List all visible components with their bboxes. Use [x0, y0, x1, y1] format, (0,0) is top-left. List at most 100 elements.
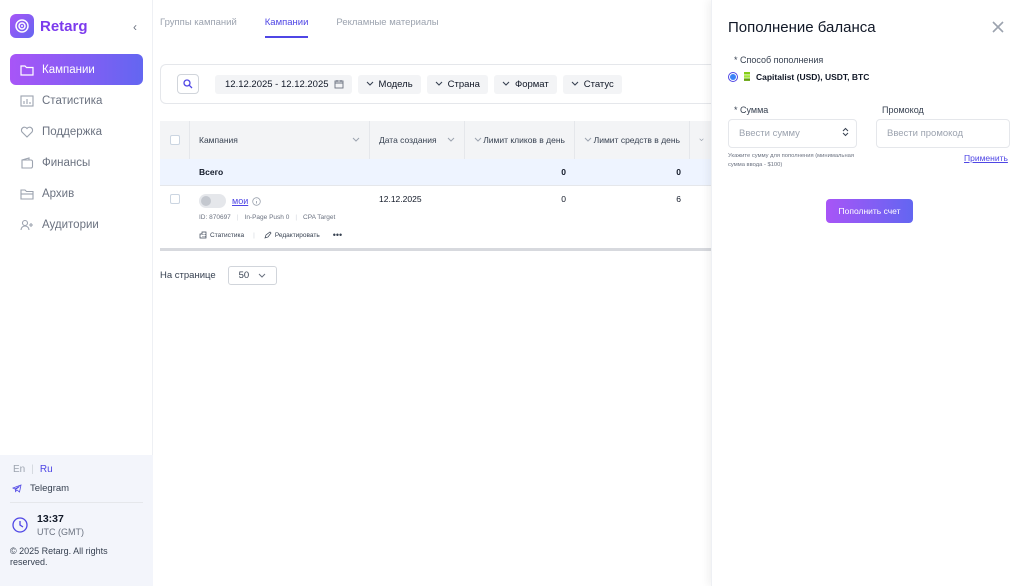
sidebar-item-statistics[interactable]: Статистика [10, 85, 143, 116]
amount-stepper[interactable] [842, 127, 849, 137]
pencil-icon [264, 231, 272, 239]
row-campaign-cell: мои ID: 870697 In-Page Push 0 CPA Target… [190, 186, 370, 248]
tab-campaigns[interactable]: Кампании [264, 17, 308, 38]
amount-input[interactable] [728, 119, 857, 148]
total-clicks: 0 [561, 167, 566, 177]
telegram-icon [12, 484, 22, 493]
header-spend-limit[interactable]: Лимит средств в день [575, 121, 690, 159]
sidebar-item-label: Статистика [42, 94, 103, 107]
info-icon[interactable] [252, 196, 261, 206]
apply-promo-link[interactable]: Применить [964, 153, 1008, 163]
row-clicks: 0 [561, 194, 566, 204]
table-total-row: Всего 0 0 [160, 159, 713, 186]
copyright: © 2025 Retarg. All rights reserved. [10, 546, 108, 567]
total-created [370, 159, 465, 185]
actions-divider: | [253, 231, 255, 239]
sidebar-item-finance[interactable]: Финансы [10, 147, 143, 178]
per-page-select[interactable]: 50 [227, 266, 278, 285]
tab-campaign-groups[interactable]: Группы кампаний [160, 17, 237, 38]
campaign-status-toggle[interactable] [199, 194, 226, 208]
footer-divider [10, 502, 143, 503]
chevron-down-icon [258, 273, 266, 278]
top-up-drawer: Пополнение баланса * Способ пополнения C… [711, 0, 1024, 586]
header-created[interactable]: Дата создания [370, 121, 465, 159]
header-more[interactable] [690, 121, 713, 159]
telegram-link[interactable]: Telegram [12, 483, 69, 494]
search-button[interactable] [177, 74, 199, 94]
campaign-name-link[interactable]: мои [232, 196, 248, 206]
close-icon[interactable] [991, 20, 1005, 34]
building-icon [199, 231, 207, 239]
promo-label: Промокод [882, 105, 924, 115]
chevron-down-icon [699, 138, 704, 142]
sidebar-nav: Кампании Статистика Поддержка Финансы Ар… [10, 54, 143, 240]
coin-icon [744, 72, 750, 81]
campaign-model: CPA Target [295, 214, 335, 221]
payment-method-radio[interactable] [728, 71, 738, 82]
statistics-action[interactable]: Статистика [199, 231, 244, 239]
total-spacer [160, 159, 190, 185]
filter-status[interactable]: Статус [562, 74, 622, 94]
payment-method-option[interactable]: Capitalist (USD), USDT, BTC [728, 71, 869, 82]
lang-ru[interactable]: Ru [40, 464, 53, 475]
chevron-down-icon [474, 137, 482, 142]
logo[interactable]: Retarg [10, 14, 88, 38]
promo-input[interactable] [876, 119, 1010, 148]
edit-action-label: Редактировать [274, 231, 320, 239]
chevron-down-icon [366, 81, 373, 86]
top-up-button[interactable]: Пополнить счет [826, 199, 913, 223]
archive-icon [20, 188, 34, 200]
collapse-sidebar-icon[interactable]: ‹ [133, 20, 137, 34]
per-page-value: 50 [238, 270, 250, 281]
tab-ad-materials[interactable]: Рекламные материалы [336, 17, 438, 38]
chevron-down-icon [447, 137, 455, 142]
date-range-picker[interactable]: 12.12.2025 - 12.12.2025 [215, 74, 352, 94]
statistics-action-label: Статистика [210, 231, 245, 239]
header-click-limit-label: Лимит кликов в день [483, 135, 565, 145]
sidebar-item-archive[interactable]: Архив [10, 178, 143, 209]
sidebar-item-audiences[interactable]: Аудитории [10, 209, 143, 240]
chevron-down-icon [502, 81, 510, 86]
sidebar-item-campaigns[interactable]: Кампании [10, 54, 143, 85]
amount-hint: Укажите сумму для пополнения (минимальна… [728, 153, 855, 168]
table-header: Кампания Дата создания Лимит кликов в де… [160, 121, 713, 159]
lang-en[interactable]: En [13, 464, 25, 475]
more-actions-icon[interactable]: ••• [333, 230, 342, 240]
payment-method-label: Capitalist (USD), USDT, BTC [756, 71, 870, 82]
header-campaign[interactable]: Кампания [190, 121, 370, 159]
telegram-label: Telegram [30, 483, 70, 494]
header-created-label: Дата создания [379, 135, 437, 145]
filter-model-label: Модель [378, 78, 413, 90]
filter-model[interactable]: Модель [357, 74, 421, 94]
header-click-limit[interactable]: Лимит кликов в день [465, 121, 575, 159]
filter-country-label: Страна [447, 78, 480, 90]
chevron-down-icon [584, 137, 592, 142]
sidebar-item-label: Поддержка [42, 125, 102, 138]
filter-bar: 12.12.2025 - 12.12.2025 Модель Страна Фо… [160, 64, 720, 104]
total-spend: 0 [676, 167, 681, 177]
campaign-meta: ID: 870697 In-Page Push 0 CPA Target [199, 214, 335, 221]
filter-format-label: Формат [514, 78, 549, 90]
sidebar-item-support[interactable]: Поддержка [10, 116, 143, 147]
select-all-checkbox[interactable] [169, 135, 180, 145]
sidebar: Retarg ‹ Кампании Статистика Поддержка Ф… [0, 0, 153, 586]
clock-timezone: UTC (GMT) [37, 527, 84, 537]
row-checkbox[interactable] [170, 194, 180, 204]
chevron-down-icon[interactable] [842, 132, 849, 137]
row-campaign-title: мои [199, 194, 261, 208]
drawer-title: Пополнение баланса [728, 19, 876, 36]
sidebar-item-label: Кампании [42, 63, 95, 76]
campaign-id: ID: 870697 [199, 214, 231, 221]
campaign-format: In-Page Push 0 [237, 214, 290, 221]
pagination: На странице 50 [160, 266, 278, 285]
header-select-all [160, 121, 190, 159]
filter-format[interactable]: Формат [493, 74, 557, 94]
sidebar-item-label: Аудитории [42, 218, 99, 231]
edit-action[interactable]: Редактировать [264, 231, 320, 239]
amount-label: * Сумма [734, 105, 769, 115]
per-page-label: На странице [160, 270, 216, 281]
sidebar-item-label: Архив [42, 187, 75, 200]
sidebar-item-label: Финансы [42, 156, 91, 169]
chevron-down-icon [435, 81, 443, 86]
filter-country[interactable]: Страна [426, 74, 488, 94]
